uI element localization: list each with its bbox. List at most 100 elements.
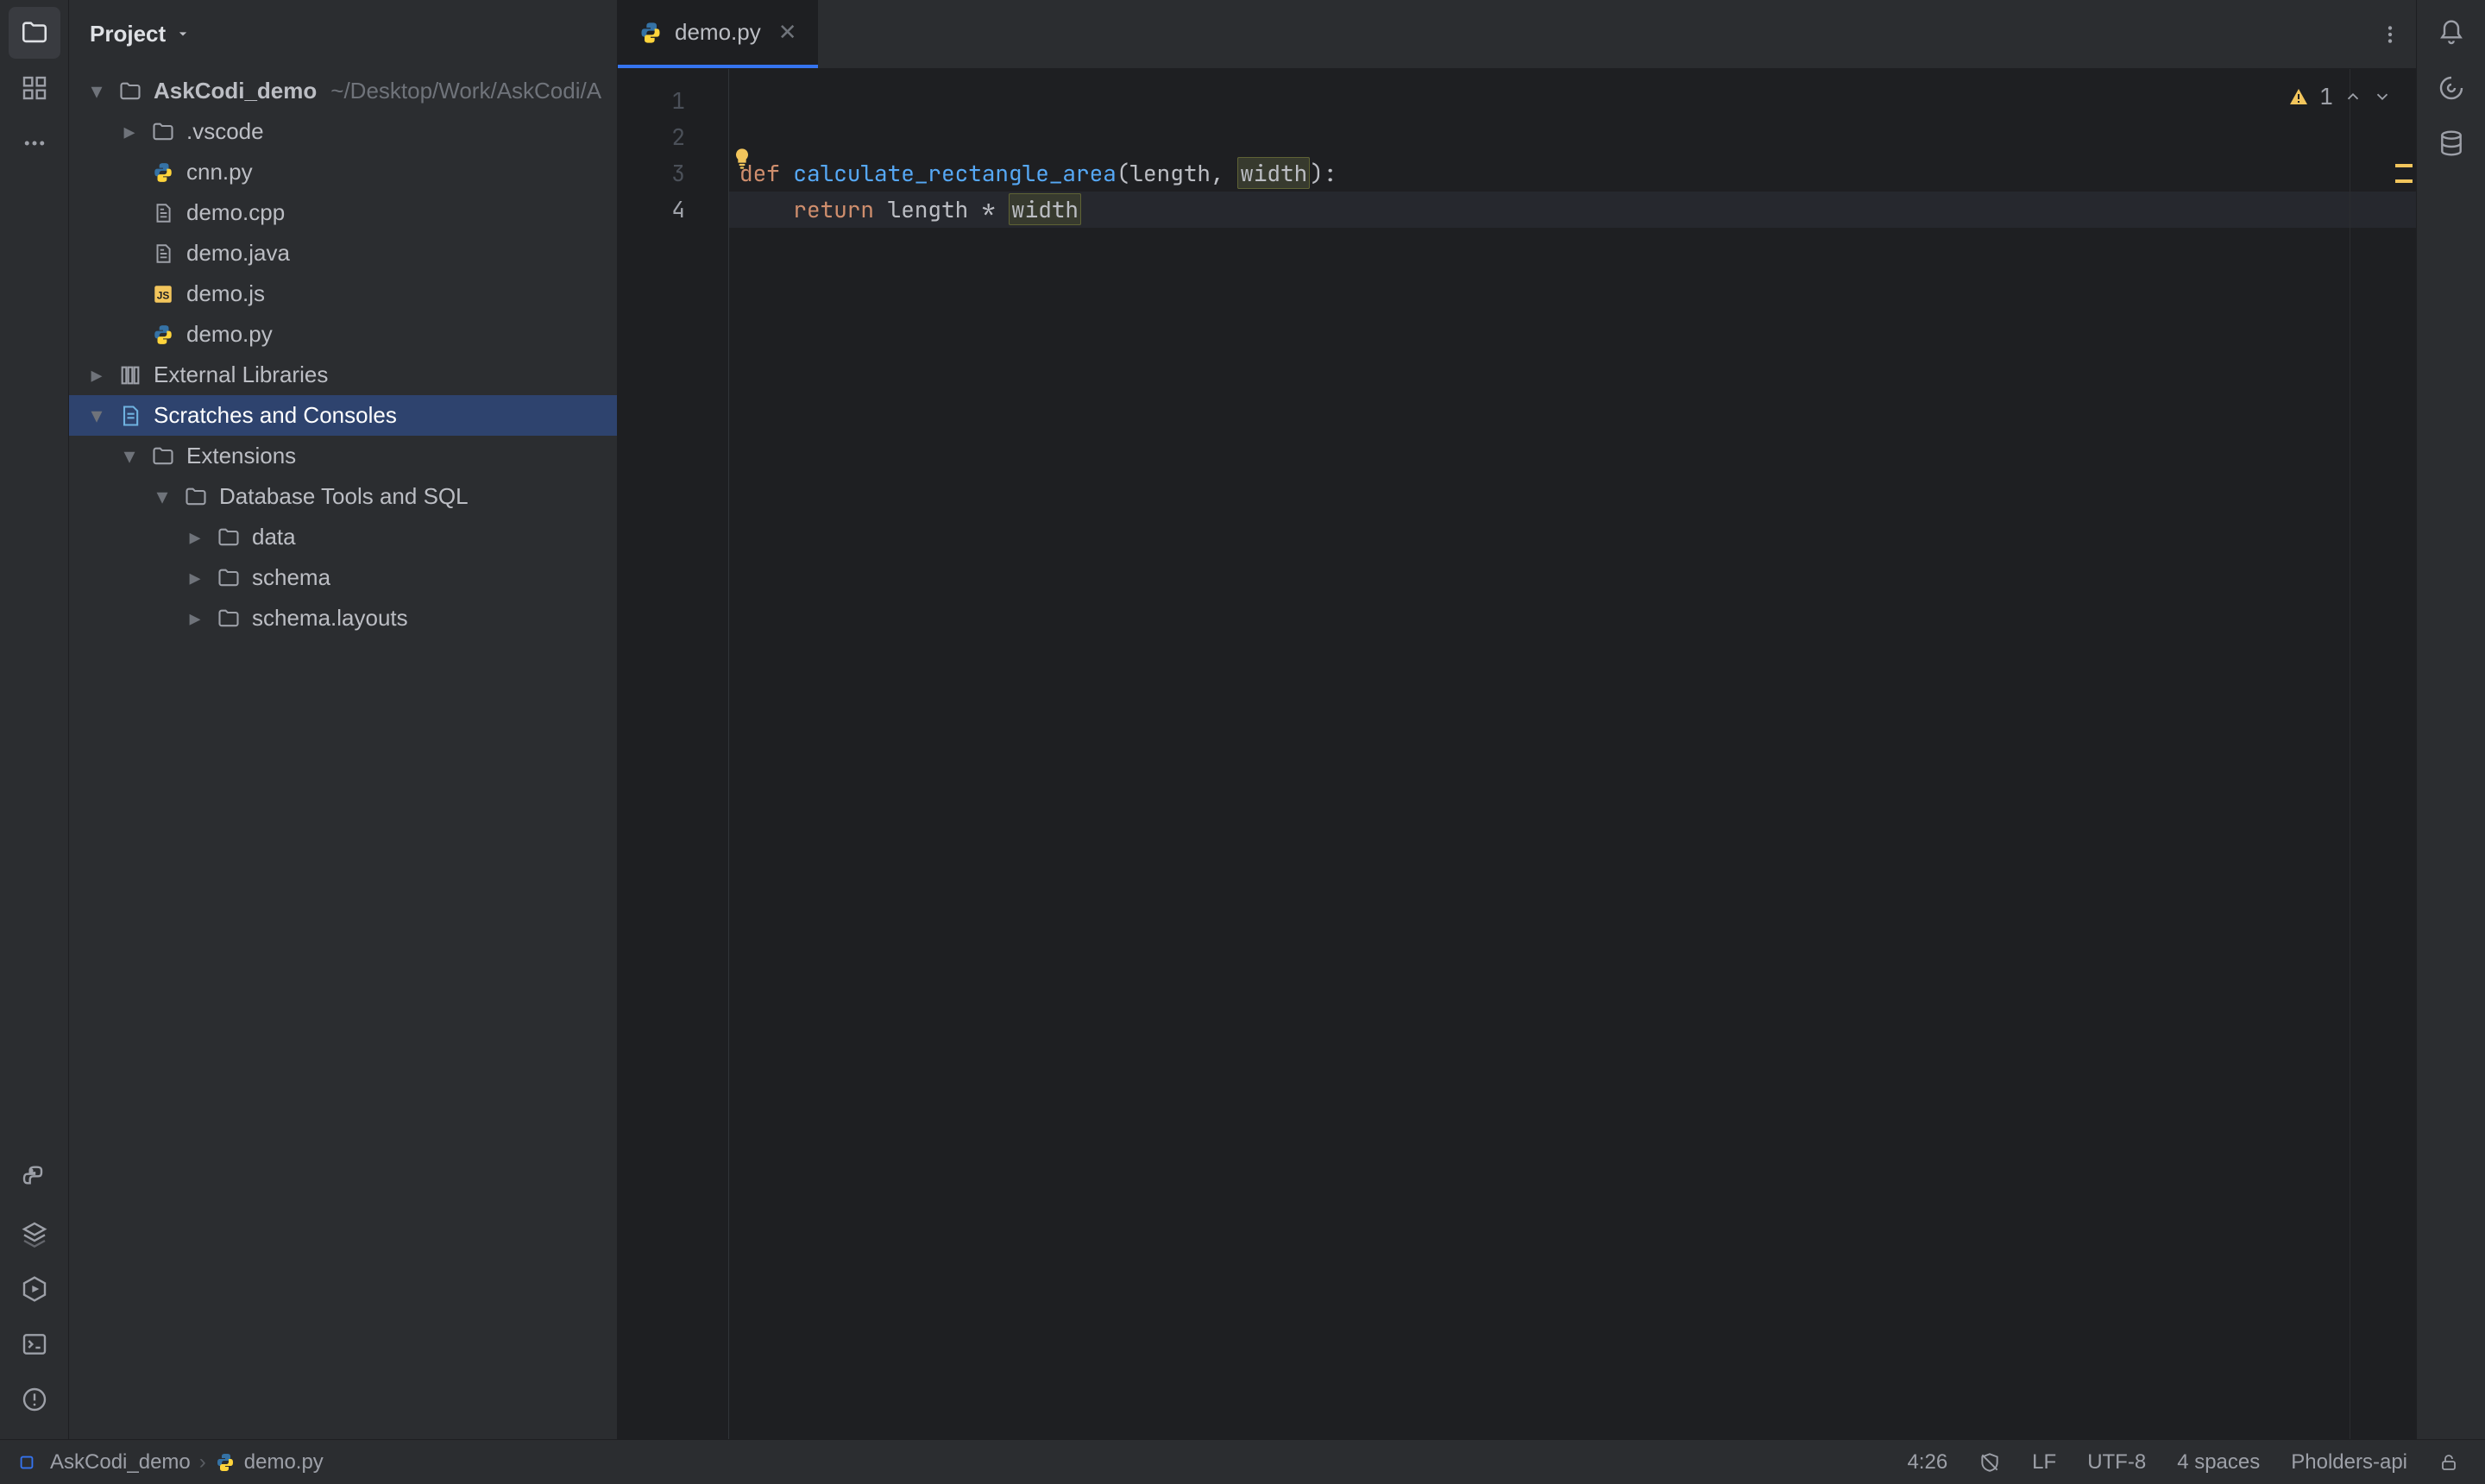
inspections-widget[interactable]: 1	[2288, 81, 2392, 111]
tree-file-cnn[interactable]: ▸ cnn.py	[69, 152, 617, 192]
text-file-icon	[148, 202, 178, 224]
warning-icon	[2288, 86, 2309, 107]
tree-external-libs[interactable]: ▸ External Libraries	[69, 355, 617, 395]
chevron-down-icon	[174, 25, 192, 42]
python-file-icon	[215, 1452, 236, 1473]
status-caret-pos[interactable]: 4:26	[1898, 1450, 1956, 1475]
python-file-icon	[148, 161, 178, 184]
services-button[interactable]	[9, 1263, 60, 1315]
module-indicator-icon[interactable]	[17, 1453, 36, 1472]
chevron-down-icon[interactable]: ▾	[86, 78, 107, 104]
tree-db-tools[interactable]: ▾ Database Tools and SQL	[69, 476, 617, 517]
tree-root[interactable]: ▾ AskCodi_demo ~/Desktop/Work/AskCodi/A	[69, 71, 617, 111]
chevron-down-icon[interactable]: ▾	[152, 483, 173, 510]
structure-tool-button[interactable]	[9, 62, 60, 114]
prev-highlight-button[interactable]	[2343, 87, 2362, 106]
line-number[interactable]: 3	[618, 155, 728, 192]
line-number[interactable]: 4	[618, 192, 728, 228]
chevron-right-icon[interactable]: ▸	[185, 524, 205, 550]
tree-extensions[interactable]: ▾ Extensions	[69, 436, 617, 476]
next-highlight-button[interactable]	[2373, 87, 2392, 106]
layers-icon	[21, 1220, 48, 1248]
tree-label: demo.java	[186, 240, 290, 267]
js-file-icon: JS	[148, 283, 178, 305]
warning-count: 1	[2319, 81, 2333, 111]
tree-label: demo.cpp	[186, 199, 285, 226]
tree-data-dir[interactable]: ▸ data	[69, 517, 617, 557]
tree-file-java[interactable]: ▸ demo.java	[69, 233, 617, 274]
error-stripe[interactable]	[2390, 69, 2416, 1484]
python-file-icon	[639, 21, 663, 45]
chevron-right-icon[interactable]: ▸	[185, 564, 205, 591]
more-tool-button[interactable]	[9, 117, 60, 169]
editor-column: demo.py ✕ 1 2 3 4 def calculate	[618, 0, 2416, 1484]
problems-button[interactable]	[9, 1374, 60, 1425]
warning-mark[interactable]	[2395, 164, 2413, 167]
svg-text:JS: JS	[157, 289, 170, 301]
structure-icon	[21, 74, 48, 102]
tree-schema-layouts-dir[interactable]: ▸ schema.layouts	[69, 598, 617, 638]
status-line-sep[interactable]: LF	[2023, 1450, 2065, 1475]
status-encoding[interactable]: UTF-8	[2079, 1450, 2155, 1475]
code-line[interactable]	[729, 119, 2416, 155]
chevron-down-icon[interactable]: ▾	[86, 402, 107, 429]
python-icon	[21, 1165, 48, 1192]
status-indent[interactable]: 4 spaces	[2168, 1450, 2268, 1475]
bell-icon	[2438, 19, 2465, 47]
breadcrumb[interactable]: AskCodi_demo › demo.py	[50, 1450, 324, 1475]
chevron-right-icon[interactable]: ▸	[119, 118, 140, 145]
tree-folder-vscode[interactable]: ▸ .vscode	[69, 111, 617, 152]
folder-icon	[214, 566, 243, 590]
tab-label: demo.py	[675, 19, 761, 46]
tree-file-js[interactable]: ▸ JS demo.js	[69, 274, 617, 314]
chevron-right-icon[interactable]: ▸	[86, 362, 107, 388]
line-number[interactable]: 1	[618, 83, 728, 119]
more-vertical-icon	[2379, 23, 2401, 46]
tree-label: demo.js	[186, 280, 265, 307]
tree-label: .vscode	[186, 118, 264, 145]
tree-schema-dir[interactable]: ▸ schema	[69, 557, 617, 598]
chevron-right-icon: ›	[199, 1450, 206, 1475]
database-button[interactable]	[2425, 117, 2477, 169]
breadcrumb-project: AskCodi_demo	[50, 1450, 191, 1475]
status-power-save-icon[interactable]	[1970, 1451, 2010, 1474]
terminal-button[interactable]	[9, 1318, 60, 1370]
editor-body[interactable]: 1 2 3 4 def calculate_rectangle_area(len…	[618, 69, 2416, 1484]
folder-icon	[148, 444, 178, 468]
warning-mark[interactable]	[2395, 179, 2413, 183]
tab-more-button[interactable]	[2364, 0, 2416, 68]
tree-label: Extensions	[186, 443, 296, 469]
project-tree-panel: Project ▾ AskCodi_demo ~/Desktop/Work/As…	[69, 0, 618, 1484]
status-bar: AskCodi_demo › demo.py 4:26 LF UTF-8 4 s…	[0, 1439, 2485, 1484]
warning-circle-icon	[21, 1386, 48, 1413]
tree-header[interactable]: Project	[69, 0, 617, 67]
code-line[interactable]: def calculate_rectangle_area(length, wid…	[729, 155, 2416, 192]
tree-scratches[interactable]: ▾ Scratches and Consoles	[69, 395, 617, 436]
root-name: AskCodi_demo	[154, 78, 317, 104]
root-path-hint: ~/Desktop/Work/AskCodi/A	[330, 78, 601, 104]
code-line-current[interactable]: return length * width	[729, 192, 2416, 228]
folder-icon	[116, 79, 145, 104]
python-console-button[interactable]	[9, 1153, 60, 1204]
ai-assistant-button[interactable]	[2425, 62, 2477, 114]
code-area[interactable]: def calculate_rectangle_area(length, wid…	[728, 69, 2416, 1484]
notifications-button[interactable]	[2425, 7, 2477, 59]
database-icon	[2438, 129, 2465, 157]
chevron-right-icon[interactable]: ▸	[185, 605, 205, 632]
intention-bulb-icon[interactable]	[730, 147, 754, 171]
project-tool-button[interactable]	[9, 7, 60, 59]
packages-button[interactable]	[9, 1208, 60, 1260]
chevron-down-icon[interactable]: ▾	[119, 443, 140, 469]
status-interpreter[interactable]: Pholders-api	[2282, 1450, 2416, 1475]
tree-label: schema.layouts	[252, 605, 408, 632]
tree-file-cpp[interactable]: ▸ demo.cpp	[69, 192, 617, 233]
close-icon[interactable]: ✕	[773, 19, 802, 46]
line-number[interactable]: 2	[618, 119, 728, 155]
editor-tab-demopy[interactable]: demo.py ✕	[618, 0, 818, 68]
tree-label: cnn.py	[186, 159, 253, 186]
code-line[interactable]	[729, 83, 2416, 119]
status-readonly-icon[interactable]	[2430, 1452, 2468, 1473]
tree-file-demopy[interactable]: ▸ demo.py	[69, 314, 617, 355]
editor-tabbar: demo.py ✕	[618, 0, 2416, 69]
play-hex-icon	[21, 1275, 48, 1303]
